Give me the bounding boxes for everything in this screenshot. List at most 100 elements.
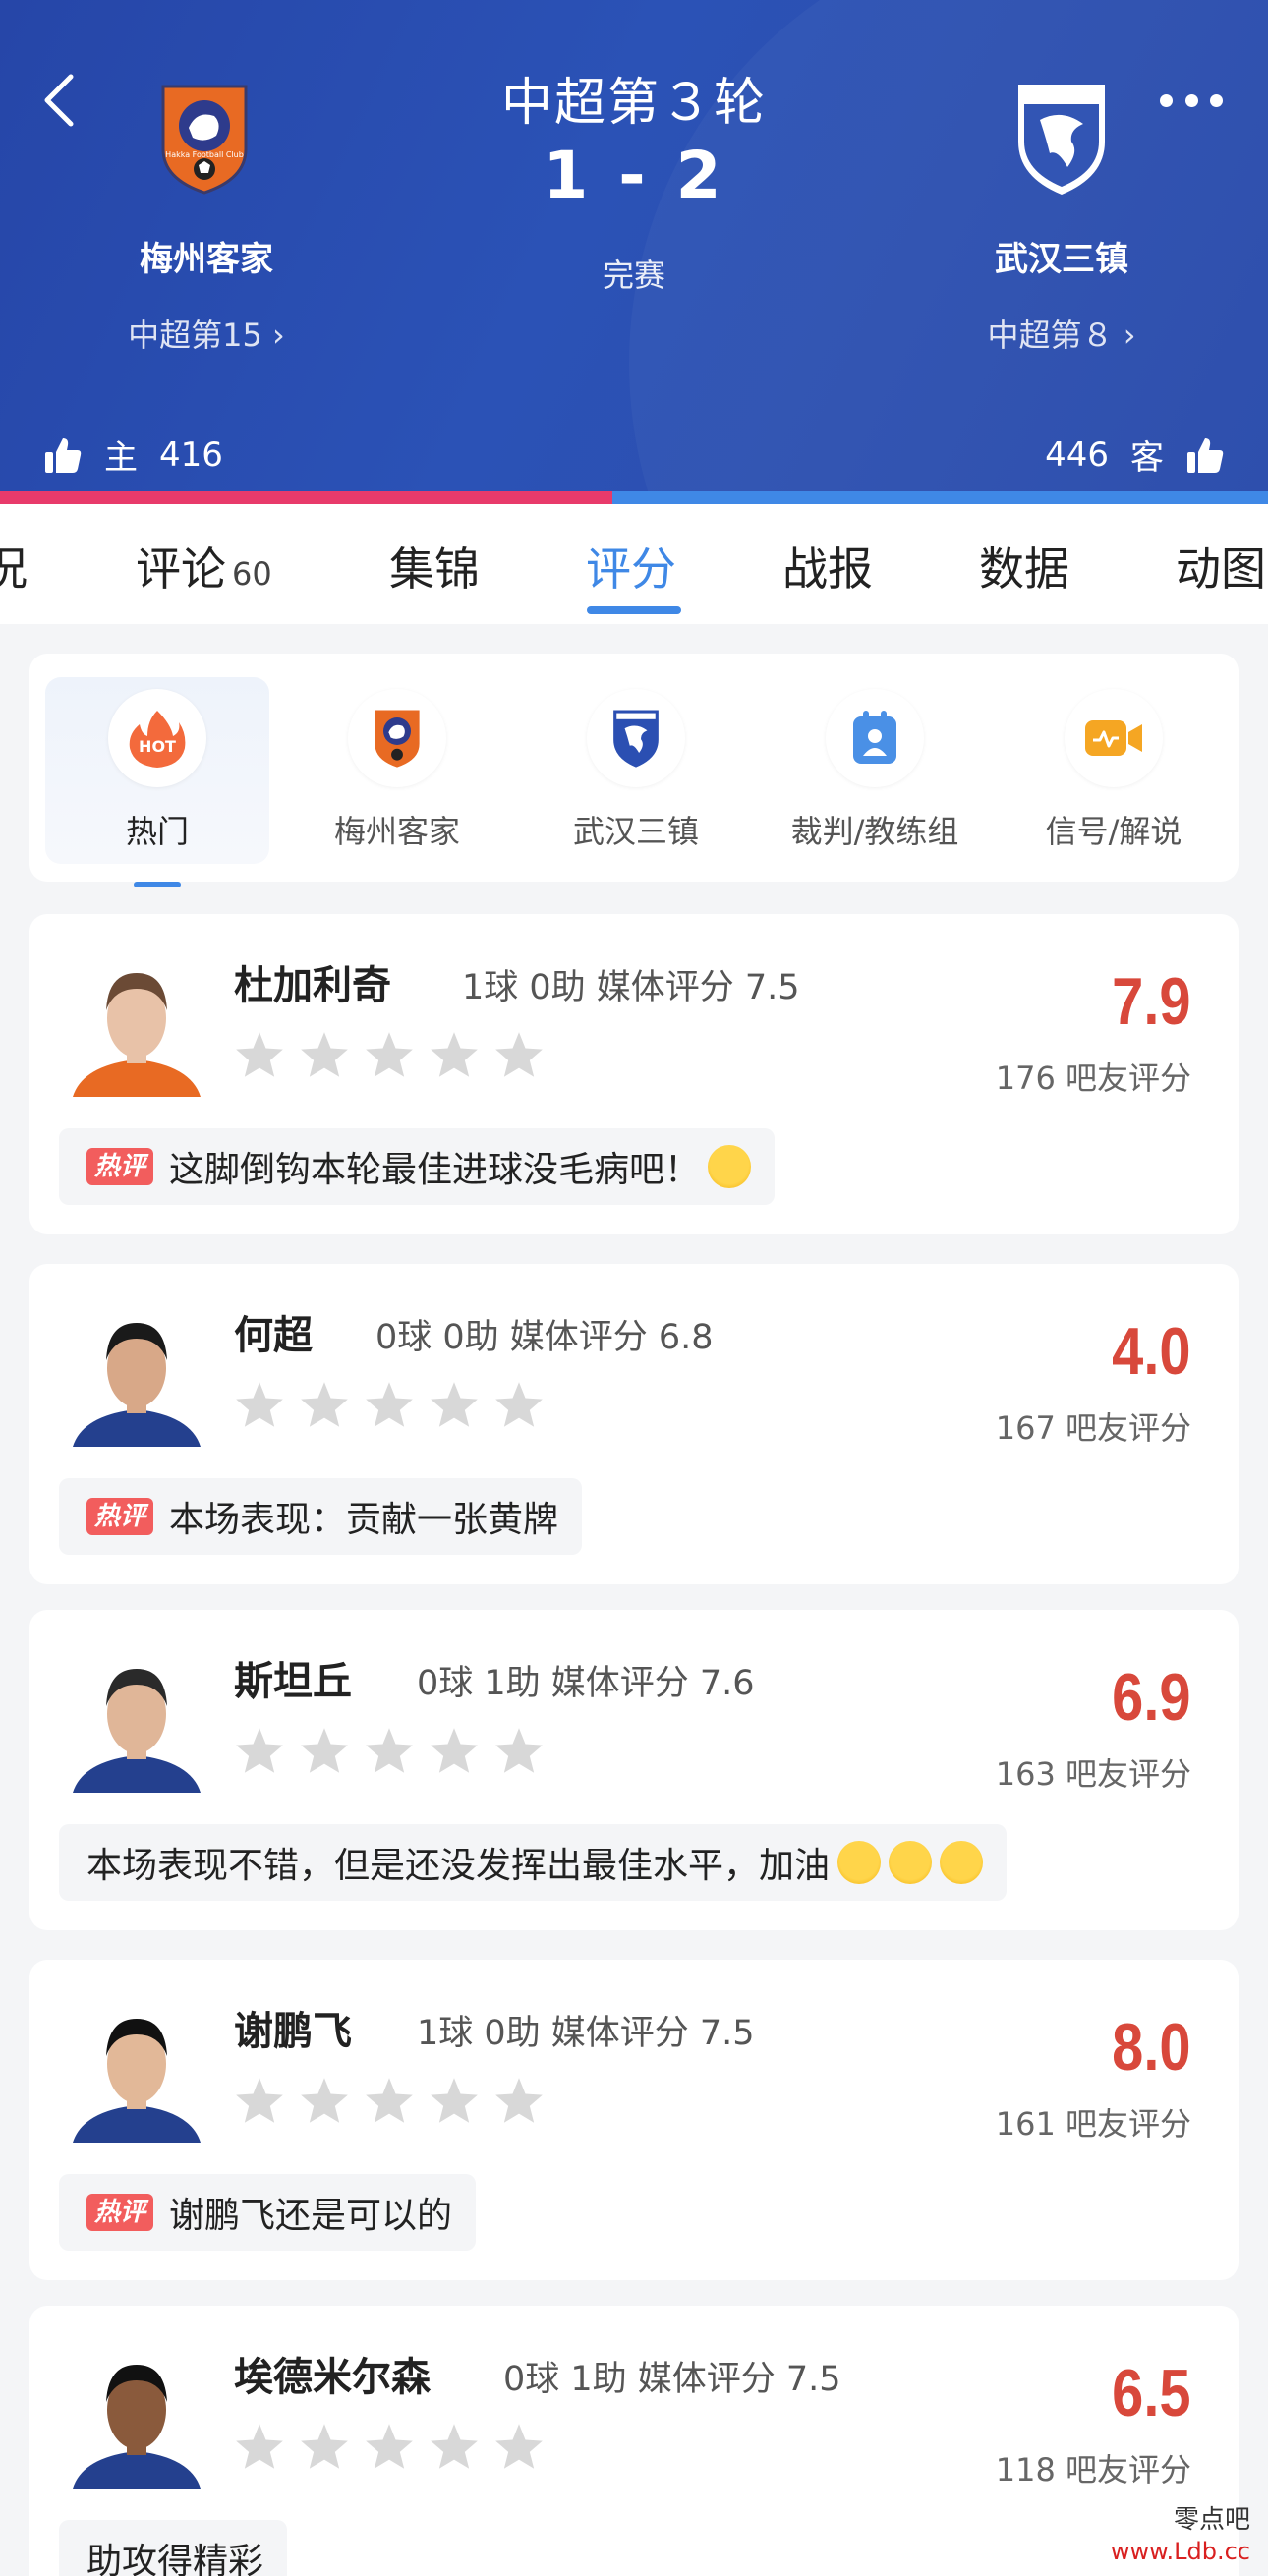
away-vote-count: 446: [1045, 434, 1109, 475]
away-vote[interactable]: 446 客: [1045, 430, 1225, 479]
fan-rating-count: 161 吧友评分: [995, 2105, 1191, 2143]
star-icon[interactable]: [493, 1380, 558, 1433]
star-rating-input[interactable]: [234, 1030, 558, 1083]
player-rating-card[interactable]: 斯坦丘 0球 1助 媒体评分 7.6 6.9 163 吧友评分 本场表现不错，但是还没发…: [29, 1610, 1239, 1930]
star-icon[interactable]: [234, 2422, 299, 2475]
more-options-icon[interactable]: [1160, 90, 1223, 110]
star-icon[interactable]: [364, 1380, 429, 1433]
player-rating-card[interactable]: 何超 0球 0助 媒体评分 6.8 4.0 167 吧友评分 热评 本场表现：贡献一张黄牌: [29, 1264, 1239, 1584]
star-icon[interactable]: [429, 1380, 493, 1433]
fan-rating: 6.9: [1112, 1660, 1191, 1735]
home-vote-bar: [0, 491, 612, 504]
hot-comment[interactable]: 热评 谢鹏飞还是可以的: [59, 2174, 477, 2251]
away-team-rank[interactable]: 中超第８ ›: [904, 311, 1219, 356]
filter-label: 信号/解说: [1045, 813, 1182, 850]
fan-rating-count: 163 吧友评分: [995, 1755, 1191, 1793]
star-icon[interactable]: [493, 1030, 558, 1083]
star-icon[interactable]: [429, 1030, 493, 1083]
player-rating-card[interactable]: 谢鹏飞 1球 0助 媒体评分 7.5 8.0 161 吧友评分 热评 谢鹏飞还是可以的: [29, 1960, 1239, 2280]
player-name[interactable]: 埃德米尔森: [234, 2345, 431, 2402]
filter-hot[interactable]: HOT 热门: [45, 677, 269, 887]
meizhou-logo-icon: [348, 689, 446, 787]
star-rating-input[interactable]: [234, 1380, 558, 1433]
star-icon[interactable]: [364, 1030, 429, 1083]
hot-comment-badge: 热评: [86, 1148, 154, 1185]
tab-ratings[interactable]: 评分: [586, 534, 676, 599]
home-vote[interactable]: 主 416: [43, 430, 223, 479]
player-avatar[interactable]: [73, 2341, 201, 2489]
star-rating-input[interactable]: [234, 2422, 558, 2475]
emoji-icon: [708, 1145, 752, 1188]
filter-meizhou[interactable]: 梅州客家: [285, 677, 509, 864]
fan-rating-count: 176 吧友评分: [995, 1059, 1191, 1097]
tab-live[interactable]: 况: [0, 534, 28, 599]
match-status: 完赛: [602, 257, 665, 294]
star-icon[interactable]: [493, 1726, 558, 1779]
home-team-name[interactable]: 梅州客家: [59, 232, 354, 280]
hot-comment[interactable]: 助攻得精彩: [59, 2520, 288, 2576]
fan-rating-count: 118 吧友评分: [995, 2451, 1191, 2489]
player-avatar[interactable]: [73, 1299, 201, 1447]
star-icon[interactable]: [299, 2422, 364, 2475]
star-icon[interactable]: [299, 1726, 364, 1779]
meizhou-logo-icon[interactable]: Hakka Football Club: [153, 81, 256, 197]
hot-comment[interactable]: 热评 本场表现：贡献一张黄牌: [59, 1478, 583, 1555]
player-name[interactable]: 谢鹏飞: [234, 1999, 352, 2056]
star-icon[interactable]: [234, 1726, 299, 1779]
round-title: 中超第３轮: [500, 74, 767, 133]
tab-comments[interactable]: 评论 60: [136, 534, 272, 599]
star-icon[interactable]: [429, 2076, 493, 2129]
star-icon[interactable]: [364, 1726, 429, 1779]
player-avatar[interactable]: [73, 1645, 201, 1793]
back-arrow-icon[interactable]: [39, 71, 83, 130]
star-icon[interactable]: [299, 2076, 364, 2129]
player-rating-card[interactable]: 杜加利奇 1球 0助 媒体评分 7.5 7.9 176 吧友评分 热评 这脚倒钩本轮最佳进…: [29, 914, 1239, 1234]
filter-label: 武汉三镇: [572, 813, 699, 850]
star-rating-input[interactable]: [234, 1726, 558, 1779]
watermark-name: 零点吧: [1173, 2505, 1250, 2535]
star-icon[interactable]: [364, 2422, 429, 2475]
thumbs-up-icon: [1187, 437, 1224, 473]
active-tab-indicator: [587, 606, 681, 614]
star-icon[interactable]: [364, 2076, 429, 2129]
video-camera-icon: [1065, 689, 1163, 787]
player-name[interactable]: 何超: [234, 1303, 313, 1360]
star-icon[interactable]: [299, 1030, 364, 1083]
player-avatar[interactable]: [73, 1995, 201, 2143]
star-icon[interactable]: [234, 1380, 299, 1433]
player-stats: 1球 0助 媒体评分 7.5: [462, 968, 800, 1007]
player-name[interactable]: 杜加利奇: [234, 953, 391, 1010]
hot-comment[interactable]: 本场表现不错，但是还没发挥出最佳水平，加油: [59, 1824, 1008, 1901]
away-team-name[interactable]: 武汉三镇: [914, 232, 1209, 280]
star-rating-input[interactable]: [234, 2076, 558, 2129]
tab-gifs[interactable]: 动图: [1176, 534, 1266, 599]
hot-comment[interactable]: 热评 这脚倒钩本轮最佳进球没毛病吧！: [59, 1128, 776, 1205]
star-icon[interactable]: [234, 2076, 299, 2129]
fan-rating: 6.5: [1112, 2356, 1191, 2431]
tab-data[interactable]: 数据: [979, 534, 1069, 599]
star-icon[interactable]: [429, 2422, 493, 2475]
star-icon[interactable]: [299, 1380, 364, 1433]
watermark: 零点吧 www.Ldb.cc: [1111, 2504, 1250, 2567]
filter-referee[interactable]: 裁判/教练组: [763, 677, 987, 864]
comment-text: 谢鹏飞还是可以的: [169, 2196, 453, 2236]
tab-report[interactable]: 战报: [782, 534, 873, 599]
player-avatar[interactable]: [73, 949, 201, 1097]
star-icon[interactable]: [234, 1030, 299, 1083]
filter-label: 裁判/教练组: [790, 813, 959, 850]
star-icon[interactable]: [493, 2422, 558, 2475]
player-rating-card[interactable]: 埃德米尔森 0球 1助 媒体评分 7.5 6.5 118 吧友评分 助攻得精彩: [29, 2306, 1239, 2576]
home-team-rank[interactable]: 中超第15 ›: [49, 311, 364, 356]
star-icon[interactable]: [493, 2076, 558, 2129]
tab-highlights[interactable]: 集锦: [389, 534, 480, 599]
comment-text: 助攻得精彩: [86, 2542, 264, 2576]
svg-text:3: 3: [1048, 130, 1057, 145]
star-icon[interactable]: [429, 1726, 493, 1779]
player-stats: 1球 0助 媒体评分 7.5: [417, 2014, 755, 2053]
wuhan-logo-icon[interactable]: 3: [1010, 81, 1113, 197]
filter-signal[interactable]: 信号/解说: [1002, 677, 1226, 864]
player-name[interactable]: 斯坦丘: [234, 1649, 352, 1706]
filter-wuhan[interactable]: 武汉三镇: [524, 677, 748, 864]
emoji-icon: [837, 1841, 882, 1884]
player-stats: 0球 0助 媒体评分 6.8: [375, 1318, 714, 1357]
